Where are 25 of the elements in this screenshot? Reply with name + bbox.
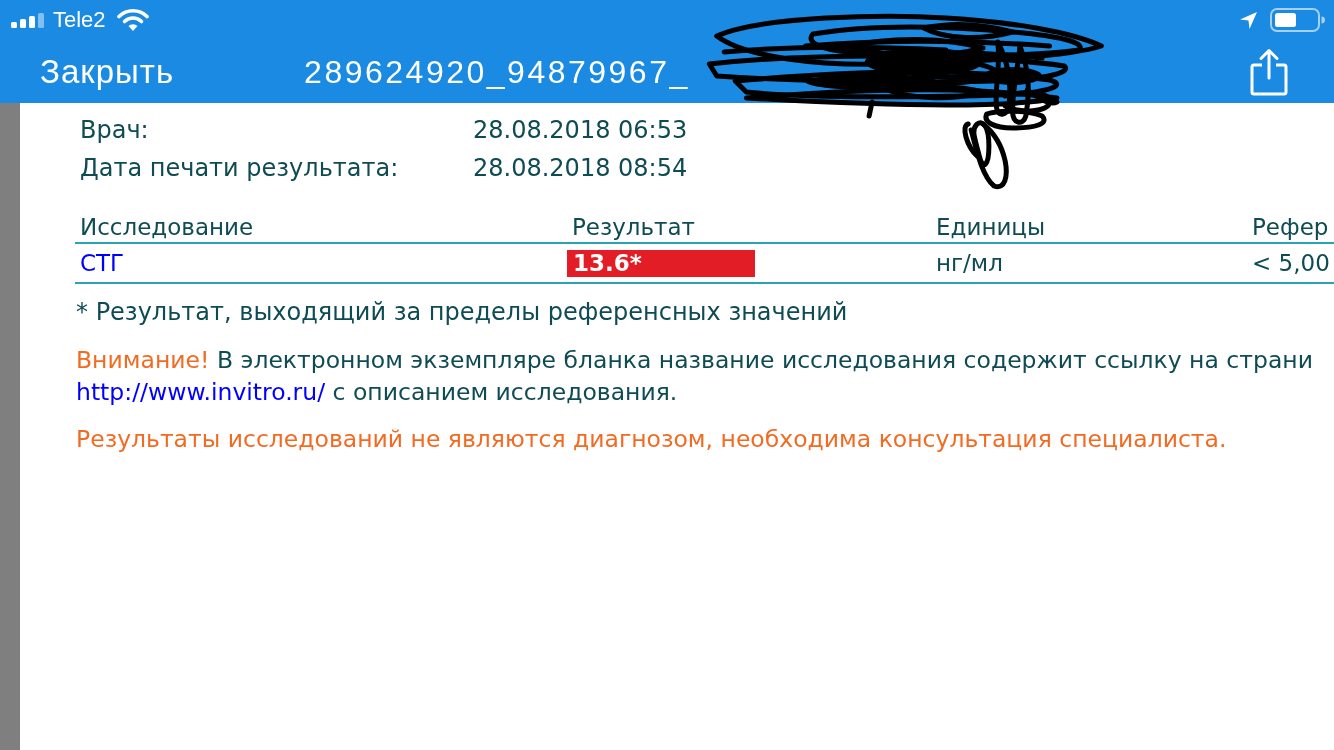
reference-cell-text: < 5,00 (1251, 248, 1330, 278)
column-header: Рефер (1251, 213, 1329, 242)
disclaimer-text: Результаты исследований не являются диагнозом, необходима консультация специалиста. (76, 424, 1227, 455)
info-label: Дата печати результата: (80, 153, 400, 184)
document-title: 289624920_94879967_ (304, 55, 690, 88)
column-header: Исследование (79, 213, 254, 242)
info-value: 28.08.2018 08:54 (473, 153, 688, 184)
column-header: Результат (571, 213, 695, 242)
footnote-text: * Результат, выходящий за пределы референсных значений (76, 297, 848, 328)
test-name-cell-text: СТГ (79, 248, 125, 278)
carrier-name: Tele2 (53, 9, 106, 31)
share-button[interactable] (1250, 47, 1288, 96)
column-header: Единицы (935, 213, 1046, 242)
battery-icon (1270, 8, 1325, 32)
units-cell-text: нг/мл (935, 248, 1003, 278)
wifi-icon (116, 8, 149, 32)
info-value: 28.08.2018 06:53 (473, 115, 688, 146)
signal-bars-icon (11, 12, 45, 28)
location-arrow-icon (1240, 11, 1257, 29)
share-icon (1250, 47, 1288, 96)
info-label: Врач: (80, 115, 150, 146)
notice-text: Внимание! В электронном экземпляре бланка название исследования содержит ссылку на страни http://www.invitro.ru/ с описанием исследования. (76, 345, 1313, 408)
result-cell: 13.6* (567, 249, 755, 277)
close-button[interactable]: Закрыть (40, 55, 175, 88)
invitro-link[interactable]: http://www.invitro.ru/ (76, 378, 326, 406)
